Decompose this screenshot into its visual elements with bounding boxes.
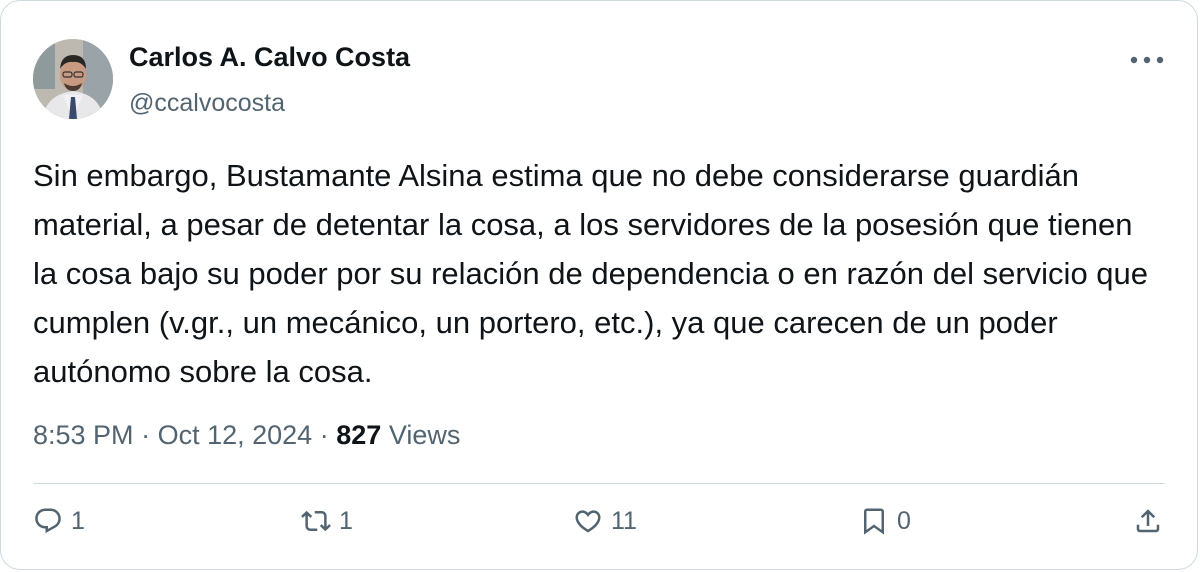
divider [33, 483, 1165, 484]
tweet-time[interactable]: 8:53 PM [33, 420, 134, 450]
retweet-icon [301, 510, 331, 532]
more-icon [1130, 56, 1164, 64]
retweet-count: 1 [339, 506, 353, 535]
tweet-card: Carlos A. Calvo Costa @ccalvocosta Sin e… [0, 0, 1198, 570]
tweet-text: Sin embargo, Bustamante Alsina estima qu… [33, 158, 1149, 389]
bookmark-icon [864, 508, 884, 535]
author-name[interactable]: Carlos A. Calvo Costa [129, 39, 410, 75]
heart-icon [575, 510, 601, 533]
reply-button[interactable]: 1 [33, 501, 85, 541]
bookmark-button[interactable]: 0 [859, 501, 911, 541]
views-count: 827 [336, 420, 382, 450]
avatar[interactable] [33, 39, 113, 119]
more-button[interactable] [1129, 45, 1165, 75]
tweet-meta: 8:53 PM · Oct 12, 2024 · 827 Views [33, 415, 460, 455]
reply-count: 1 [71, 506, 85, 535]
share-icon [1136, 509, 1160, 533]
tweet-date[interactable]: Oct 12, 2024 [158, 420, 313, 450]
author-handle[interactable]: @ccalvocosta [129, 87, 285, 119]
like-button[interactable]: 11 [573, 501, 637, 541]
like-count: 11 [611, 506, 637, 535]
views-label: Views [388, 420, 461, 450]
share-button[interactable] [1133, 501, 1163, 541]
reply-icon [35, 508, 61, 534]
retweet-button[interactable]: 1 [301, 501, 353, 541]
avatar-image [33, 39, 113, 119]
meta-separator: · [319, 420, 329, 450]
meta-separator: · [141, 420, 151, 450]
bookmark-count: 0 [897, 506, 911, 535]
